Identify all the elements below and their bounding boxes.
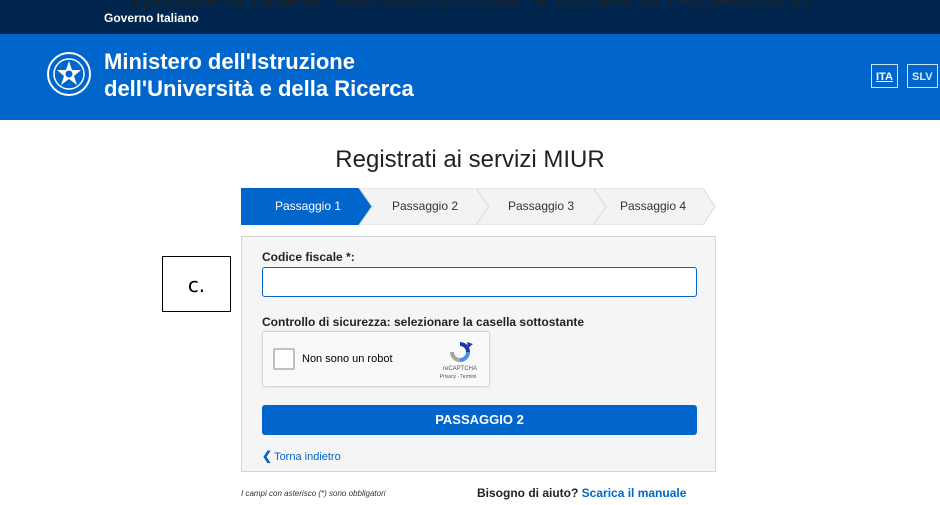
site-header: Ministero dell'Istruzione dell'Universit… [0,34,940,120]
recaptcha-widget: Non sono un robot reCAPTCHA Privacy - Te… [262,331,490,387]
security-check-label: Controllo di sicurezza: selezionare la c… [262,315,585,329]
back-link[interactable]: ❮ Torna indietro [262,449,341,463]
chevron-left-icon: ❮ [262,449,273,463]
registration-stepper: Passaggio 1 Passaggio 2 Passaggio 3 Pass… [241,188,716,225]
recaptcha-brand: reCAPTCHA [442,366,477,372]
recaptcha-text: Non sono un robot [302,353,393,365]
page-title: Registrati ai servizi MIUR [335,146,605,173]
step-4-label[interactable]: Passaggio 4 [598,199,708,213]
next-step-button[interactable]: PASSAGGIO 2 [262,405,697,435]
overlay-caption: spuntare la casella "Non sono un robot" … [0,0,940,11]
government-label[interactable]: Governo Italiano [104,11,199,25]
help-section: Bisogno di aiuto? Scarica il manuale [477,486,686,500]
language-slv-button[interactable]: SLV [907,64,938,88]
help-text: Bisogno di aiuto? [477,486,579,500]
ministry-line-1: Ministero dell'Istruzione [104,49,355,74]
download-manual-link[interactable]: Scarica il manuale [582,486,687,500]
ministry-line-2: dell'Università e della Ricerca [104,76,414,101]
republic-emblem-icon [47,52,91,96]
step-1-label[interactable]: Passaggio 1 [253,199,363,213]
back-link-label: Torna indietro [274,451,341,463]
step-3-label[interactable]: Passaggio 3 [486,199,596,213]
fiscal-code-input[interactable] [262,267,697,297]
required-fields-note: I campi con asterisco (*) sono obbligato… [241,489,386,498]
step-2-label[interactable]: Passaggio 2 [370,199,480,213]
recaptcha-checkbox[interactable] [273,348,295,370]
language-ita-button[interactable]: ITA [871,64,898,88]
ministry-name[interactable]: Ministero dell'Istruzione dell'Universit… [104,48,414,102]
fiscal-code-label: Codice fiscale *: [262,250,355,264]
recaptcha-logo-icon [450,342,473,362]
annotation-label: c. [162,256,231,312]
recaptcha-links[interactable]: Privacy - Termini [427,374,489,380]
